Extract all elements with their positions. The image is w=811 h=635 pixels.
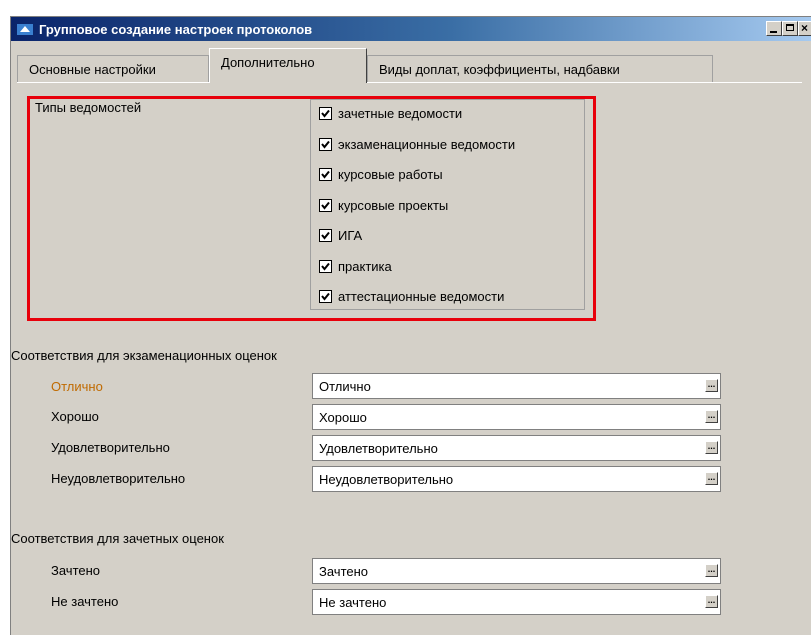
checkbox-label: экзаменационные ведомости — [338, 137, 516, 152]
field-value: Удовлетворительно — [319, 441, 438, 456]
window-title: Групповое создание настроек протоколов — [39, 22, 313, 37]
field-label-not-passed: Не зачтено — [51, 594, 119, 609]
checkbox[interactable] — [319, 138, 332, 151]
ellipsis-button[interactable]: ... — [705, 379, 718, 392]
maximize-icon — [786, 24, 794, 31]
ellipsis-button[interactable]: ... — [705, 564, 718, 577]
field-value: Отлично — [319, 379, 371, 394]
checkmark-icon — [321, 262, 330, 271]
checkbox-label: ИГА — [338, 228, 363, 243]
checkmark-icon — [321, 292, 330, 301]
field-value: Зачтено — [319, 564, 369, 579]
tab-additional[interactable]: Дополнительно — [209, 48, 367, 83]
field-value: Неудовлетворительно — [319, 472, 454, 487]
close-icon: × — [801, 21, 809, 35]
checkbox[interactable] — [319, 290, 332, 303]
checkbox[interactable] — [319, 168, 332, 181]
sheet-types-label: Типы ведомостей — [35, 100, 142, 115]
tab-divider — [17, 82, 802, 83]
checkbox[interactable] — [319, 229, 332, 242]
checkbox-label: аттестационные ведомости — [338, 289, 505, 304]
checkmark-icon — [321, 109, 330, 118]
satisfactory-field[interactable]: Удовлетворительно ... — [312, 435, 721, 461]
checkmark-icon — [321, 231, 330, 240]
dialog-window: Групповое создание настроек протоколов ×… — [10, 16, 811, 635]
app-icon — [17, 24, 33, 35]
checkbox-label: зачетные ведомости — [338, 106, 463, 121]
passed-field[interactable]: Зачтено ... — [312, 558, 721, 584]
checkbox-label: практика — [338, 259, 392, 274]
checkmark-icon — [321, 170, 330, 179]
ellipsis-button[interactable]: ... — [705, 441, 718, 454]
excellent-field[interactable]: Отлично ... — [312, 373, 721, 399]
ellipsis-button[interactable]: ... — [705, 472, 718, 485]
field-label-unsatisfactory: Неудовлетворительно — [51, 471, 186, 486]
minimize-icon — [770, 31, 777, 33]
field-label-passed: Зачтено — [51, 563, 101, 578]
checkbox[interactable] — [319, 199, 332, 212]
field-value: Хорошо — [319, 410, 367, 425]
not-passed-field[interactable]: Не зачтено ... — [312, 589, 721, 615]
checkmark-icon — [321, 140, 330, 149]
ellipsis-button[interactable]: ... — [705, 410, 718, 423]
checkbox-label: курсовые проекты — [338, 198, 449, 213]
checkbox[interactable] — [319, 260, 332, 273]
credit-section-title: Соответствия для зачетных оценок — [11, 531, 224, 546]
unsatisfactory-field[interactable]: Неудовлетворительно ... — [312, 466, 721, 492]
sheet-types-list: зачетные ведомости экзаменационные ведом… — [310, 99, 585, 310]
field-label-good: Хорошо — [51, 409, 99, 424]
field-value: Не зачтено — [319, 595, 387, 610]
exam-section-title: Соответствия для экзаменационных оценок — [11, 348, 277, 363]
field-label-satisfactory: Удовлетворительно — [51, 440, 170, 455]
maximize-button[interactable] — [782, 21, 798, 36]
close-button[interactable]: × — [798, 21, 811, 36]
ellipsis-button[interactable]: ... — [705, 595, 718, 608]
title-bar[interactable]: Групповое создание настроек протоколов × — [11, 17, 811, 41]
tab-main-settings[interactable]: Основные настройки — [17, 55, 209, 82]
minimize-button[interactable] — [766, 21, 782, 36]
field-label-excellent: Отлично — [51, 379, 103, 394]
good-field[interactable]: Хорошо ... — [312, 404, 721, 430]
checkbox[interactable] — [319, 107, 332, 120]
tab-payments[interactable]: Виды доплат, коэффициенты, надбавки — [367, 55, 713, 82]
checkmark-icon — [321, 201, 330, 210]
checkbox-label: курсовые работы — [338, 167, 443, 182]
